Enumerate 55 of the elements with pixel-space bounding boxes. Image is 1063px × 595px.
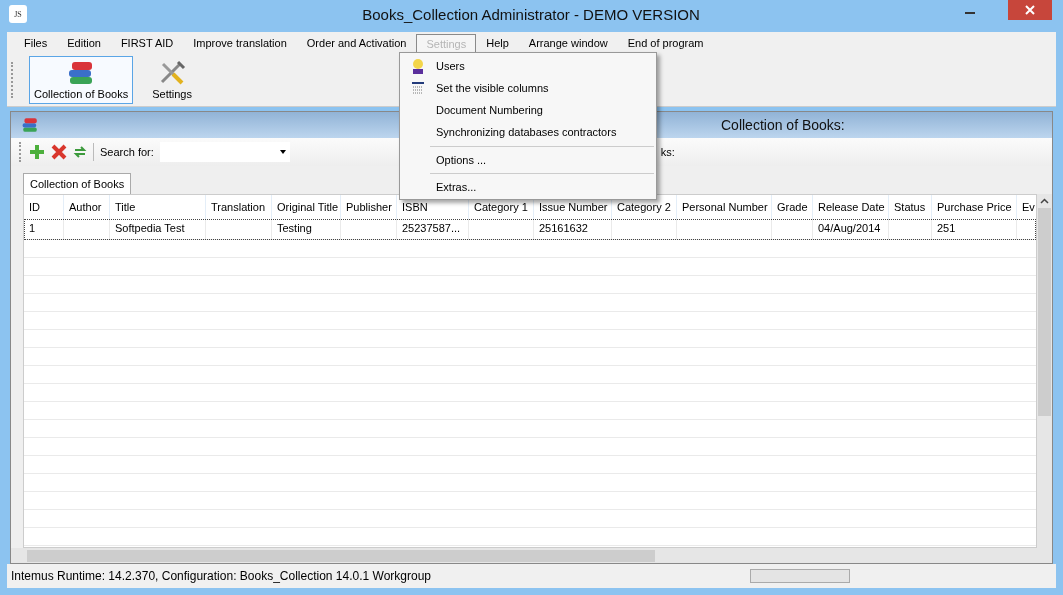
- menu-item[interactable]: Edition: [57, 33, 111, 53]
- field-label: ks:: [660, 146, 675, 158]
- delete-icon[interactable]: [51, 144, 67, 160]
- toolbar-button[interactable]: Settings: [147, 56, 197, 104]
- columns-icon: [412, 82, 424, 94]
- column-header[interactable]: Author: [64, 195, 110, 219]
- add-icon[interactable]: [29, 144, 45, 160]
- menu-item[interactable]: Options ...: [400, 150, 656, 170]
- column-header[interactable]: Status: [889, 195, 932, 219]
- menu-item[interactable]: Extras...: [400, 177, 656, 197]
- column-header[interactable]: Title: [110, 195, 206, 219]
- table-cell: 04/Aug/2014: [813, 219, 889, 239]
- menu-item[interactable]: Files: [14, 33, 58, 53]
- books-icon: [21, 117, 39, 133]
- menu-item[interactable]: Arrange window: [518, 33, 618, 53]
- table-cell: 251: [932, 219, 1017, 239]
- menu-item[interactable]: Improve translation: [183, 33, 297, 53]
- scroll-up-icon[interactable]: [1040, 198, 1049, 204]
- table-cell: 25237587...: [397, 219, 469, 239]
- table-cell: Softpedia Test: [110, 219, 206, 239]
- menu-item[interactable]: End of program: [617, 33, 714, 53]
- tools-icon: [158, 60, 187, 86]
- menu-item[interactable]: Help: [476, 33, 519, 53]
- child-window-title: Collection of Books:: [721, 117, 845, 133]
- tab[interactable]: Collection of Books: [23, 173, 132, 194]
- toolbar-button[interactable]: Collection of Books: [29, 56, 134, 104]
- menu-item[interactable]: Users: [400, 55, 656, 77]
- column-header[interactable]: Translation: [206, 195, 272, 219]
- menu-item[interactable]: Synchronizing databases contractors: [400, 121, 656, 143]
- column-header[interactable]: Ev: [1017, 195, 1036, 219]
- menu-item[interactable]: Order and Activation: [296, 33, 417, 53]
- vertical-scrollbar[interactable]: [1037, 194, 1052, 548]
- table-cell: 1: [24, 219, 64, 239]
- table-cell: 25161632: [534, 219, 612, 239]
- close-button[interactable]: [1008, 0, 1052, 20]
- user-icon: [411, 58, 425, 74]
- window-title: Books_Collection Administrator - DEMO VERSION: [362, 6, 700, 23]
- column-header[interactable]: Publisher: [341, 195, 397, 219]
- refresh-icon[interactable]: [73, 145, 87, 159]
- column-header[interactable]: ID: [24, 195, 64, 219]
- app-icon: JS: [9, 5, 27, 23]
- column-header[interactable]: Grade: [772, 195, 813, 219]
- column-header[interactable]: Purchase Price: [932, 195, 1017, 219]
- column-header[interactable]: Release Date: [813, 195, 889, 219]
- table-cell: Testing: [272, 219, 341, 239]
- menu-item[interactable]: FIRST AID: [110, 33, 184, 53]
- column-header[interactable]: Personal Number: [677, 195, 772, 219]
- menu-item[interactable]: Document Numbering: [400, 99, 656, 121]
- status-text: Intemus Runtime: 14.2.370, Configuration: Books_Collection 14.0.1 Workgroup: [11, 569, 432, 583]
- menu-item[interactable]: Set the visible columns: [400, 77, 656, 99]
- horizontal-scrollbar[interactable]: [11, 548, 1052, 563]
- column-header[interactable]: Original Title: [272, 195, 341, 219]
- search-label: Search for:: [100, 146, 154, 158]
- dropdown-arrow-icon: [279, 150, 286, 154]
- search-field[interactable]: [159, 142, 290, 162]
